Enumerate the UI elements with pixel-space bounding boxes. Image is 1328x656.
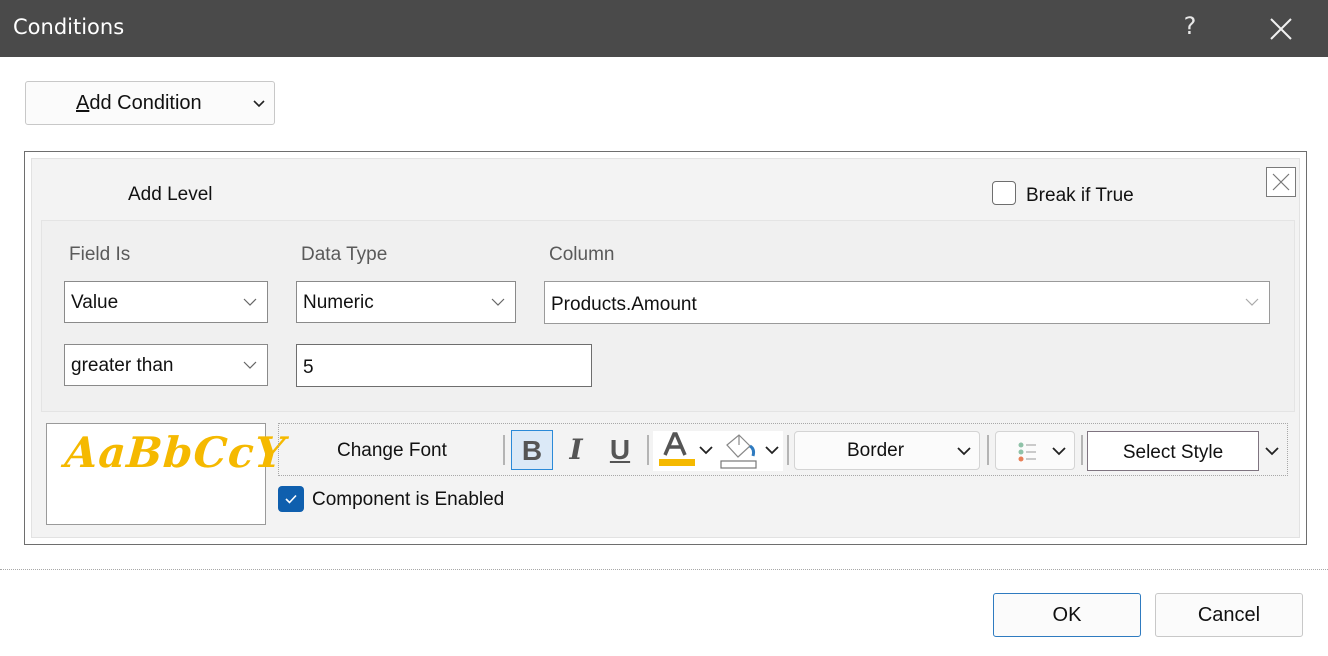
underline-button[interactable]: U: [599, 430, 641, 470]
component-enabled-label: Component is Enabled: [312, 489, 505, 510]
close-icon: [1272, 173, 1290, 191]
data-type-label: Data Type: [301, 244, 388, 265]
style-preview: AaBbCcY: [46, 423, 287, 525]
select-style-button[interactable]: Select Style: [1087, 431, 1259, 471]
field-is-label: Field Is: [69, 244, 131, 265]
break-if-true-checkbox[interactable]: [992, 181, 1016, 205]
condition-fields-area: Field Is Data Type Column Value Numeric …: [41, 220, 1295, 412]
chevron-down-icon: [253, 100, 265, 108]
paint-bucket-icon: [720, 434, 757, 469]
operator-value: greater than: [71, 355, 174, 376]
bold-button[interactable]: B: [511, 430, 553, 470]
font-color-button[interactable]: [655, 431, 695, 471]
ok-button[interactable]: OK: [993, 593, 1141, 637]
font-color-dropdown-icon[interactable]: [699, 445, 713, 455]
color-group: [653, 431, 783, 471]
help-button[interactable]: ?: [1176, 12, 1204, 44]
italic-icon: I: [569, 433, 583, 466]
toolbar-divider: [503, 435, 505, 465]
format-toolbar: Change Font B I U Border Select Style: [278, 423, 1288, 476]
component-enabled-checkbox[interactable]: [278, 486, 304, 512]
chevron-down-icon: [491, 298, 505, 306]
title-bar: Conditions ?: [0, 0, 1328, 57]
data-type-value: Numeric: [303, 292, 374, 313]
toolbar-divider: [1081, 435, 1083, 465]
add-condition-label-rest: dd Condition: [89, 92, 202, 114]
column-value: Products.Amount: [551, 294, 697, 315]
add-level-button[interactable]: Add Level: [128, 184, 213, 206]
chevron-down-icon: [243, 298, 257, 306]
footer-divider: [0, 569, 1328, 570]
underline-icon: U: [609, 434, 631, 465]
add-condition-button[interactable]: Add Condition: [25, 81, 275, 125]
break-if-true-label: Break if True: [1026, 185, 1134, 206]
checkmark-icon: [285, 494, 297, 504]
operator-select[interactable]: greater than: [64, 344, 268, 386]
add-condition-label: Add Condition: [76, 92, 202, 115]
italic-button[interactable]: I: [555, 430, 597, 470]
remove-condition-button[interactable]: [1266, 167, 1296, 197]
operand-value: 5: [303, 357, 314, 378]
chevron-down-icon: [1052, 447, 1066, 456]
border-label: Border: [847, 440, 905, 461]
field-is-select[interactable]: Value: [64, 281, 268, 323]
window-title: Conditions: [13, 15, 125, 39]
toolbar-divider: [987, 435, 989, 465]
select-style-label: Select Style: [1122, 442, 1224, 463]
chevron-down-icon: [957, 447, 971, 456]
toolbar-divider: [787, 435, 789, 465]
fill-color-button[interactable]: [719, 431, 759, 471]
border-dropdown[interactable]: Border: [794, 431, 980, 470]
list-style-dropdown[interactable]: [995, 431, 1075, 470]
select-style-dropdown-icon[interactable]: [1265, 446, 1279, 456]
field-is-value: Value: [71, 292, 119, 313]
close-button[interactable]: [1264, 12, 1298, 46]
data-type-select[interactable]: Numeric: [296, 281, 516, 323]
column-select[interactable]: Products.Amount: [544, 281, 1270, 324]
preview-sample-text: AaBbCcY: [63, 428, 288, 477]
accesskey-letter: A: [76, 92, 90, 114]
close-icon: [1270, 18, 1292, 40]
condition-panel: Add Level Break if True Field Is Data Ty…: [24, 151, 1307, 545]
column-label: Column: [549, 244, 615, 265]
change-font-button[interactable]: Change Font: [337, 440, 447, 462]
fill-color-dropdown-icon[interactable]: [765, 445, 779, 455]
condition-panel-inner: Add Level Break if True Field Is Data Ty…: [31, 158, 1300, 538]
operand-input[interactable]: 5: [296, 344, 592, 387]
chevron-down-icon: [1245, 298, 1259, 306]
toolbar-divider: [647, 435, 649, 465]
cancel-button[interactable]: Cancel: [1155, 593, 1303, 637]
font-color-icon: [659, 432, 695, 466]
chevron-down-icon: [243, 361, 257, 369]
list-icon: [1018, 442, 1036, 462]
bold-icon: B: [521, 435, 543, 466]
